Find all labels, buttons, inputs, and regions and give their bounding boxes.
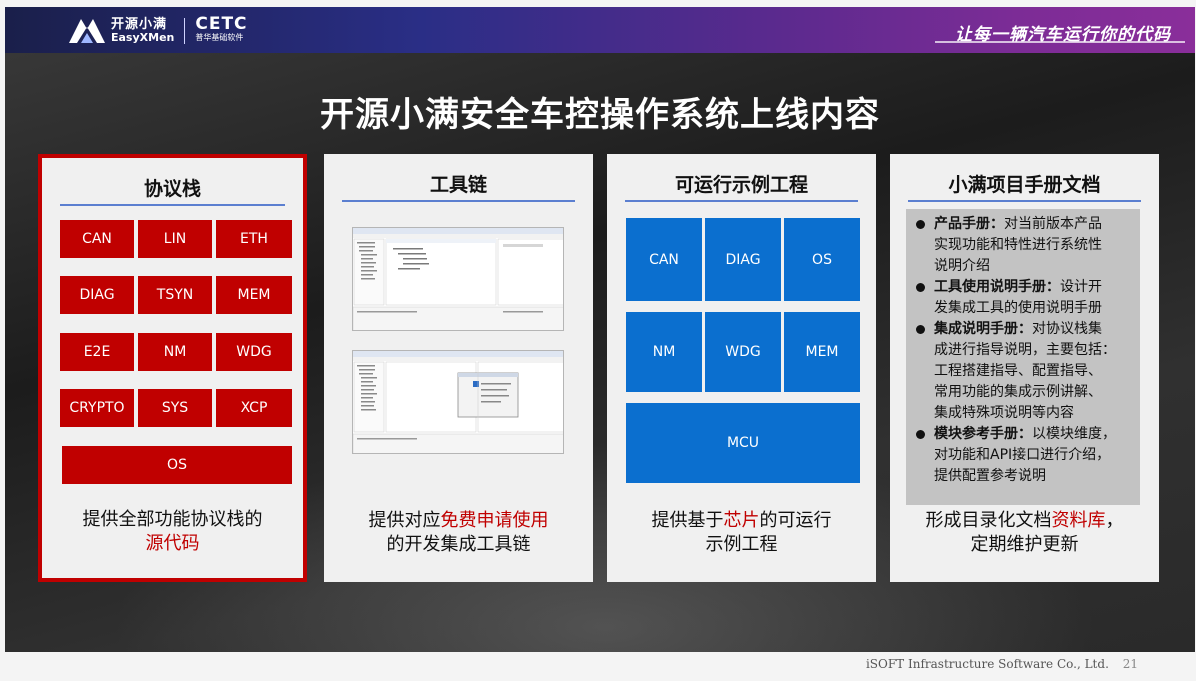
doc-list: 产品手册：对当前版本产品 实现功能和特性进行系统性 说明介绍 工具使用说明手册：… — [906, 209, 1140, 505]
module-wdg: WDG — [216, 333, 292, 371]
slogan-underline — [935, 41, 1185, 43]
module-mem: MEM — [216, 276, 292, 314]
module-diag: DIAG — [60, 276, 134, 314]
logo-en-text: EasyXMen — [111, 31, 175, 44]
module-crypto: CRYPTO — [60, 389, 134, 427]
cetc-subtitle: 普华基础软件 — [195, 33, 244, 42]
toolchain-card[interactable]: 工具链 提供对应免费申请使用 的开发集成工具链 — [324, 154, 593, 582]
card-divider — [625, 200, 858, 202]
example-projects-card[interactable]: 可运行示例工程 CAN DIAG OS NM WDG MEM MCU 提供基于芯… — [607, 154, 876, 582]
desc-line-1: 提供全部功能协议栈的 — [82, 509, 263, 530]
module-eth: ETH — [216, 220, 292, 258]
manual-docs-card[interactable]: 小满项目手册文档 产品手册：对当前版本产品 实现功能和特性进行系统性 说明介绍 … — [890, 154, 1159, 582]
logo-cn-text: 开源小满 — [111, 17, 168, 32]
desc-line-2: 定期维护更新 — [970, 534, 1079, 555]
doc-item-head: 工具使用说明手册： — [934, 279, 1060, 295]
bullet-icon — [916, 220, 925, 229]
example-wdg: WDG — [705, 312, 781, 392]
doc-item-line: 常用功能的集成示例讲解、 — [934, 384, 1102, 400]
tool-screenshot-1 — [352, 227, 564, 331]
footer: iSOFT Infrastructure Software Co., Ltd. … — [866, 657, 1138, 671]
module-can: CAN — [60, 220, 134, 258]
doc-item-tool-manual: 工具使用说明手册：设计开 发集成工具的使用说明手册 — [906, 277, 1140, 319]
doc-item-line: 提供配置参考说明 — [934, 468, 1046, 484]
desc-highlight: 资料库 — [1051, 510, 1106, 531]
module-tsyn: TSYN — [138, 276, 212, 314]
card-divider — [908, 200, 1141, 202]
doc-item-line: 成进行指导说明，主要包括： — [934, 342, 1116, 358]
desc-text-2: ， — [1105, 510, 1124, 531]
card-description: 形成目录化文档资料库， 定期维护更新 — [890, 509, 1159, 557]
desc-highlight: 源代码 — [145, 533, 200, 554]
doc-item-module-reference: 模块参考手册：以模块维度， 对功能和API接口进行介绍， 提供配置参考说明 — [906, 424, 1140, 487]
module-lin: LIN — [138, 220, 212, 258]
doc-item-line: 实现功能和特性进行系统性 — [934, 237, 1102, 253]
card-title: 可运行示例工程 — [674, 174, 808, 196]
page-number: 21 — [1122, 657, 1138, 671]
module-nm: NM — [138, 333, 212, 371]
doc-item-integration-manual: 集成说明手册：对协议栈集 成进行指导说明，主要包括： 工程搭建指导、配置指导、 … — [906, 319, 1140, 424]
cetc-logo-text: CETC — [195, 14, 248, 34]
example-mem: MEM — [784, 312, 860, 392]
desc-text-2: 的可运行 — [759, 510, 832, 531]
doc-item-line: 发集成工具的使用说明手册 — [934, 300, 1102, 316]
example-can: CAN — [626, 218, 702, 301]
module-os: OS — [62, 446, 292, 484]
example-mcu: MCU — [626, 403, 860, 483]
xmen-logo-icon — [69, 19, 105, 43]
card-title: 协议栈 — [143, 178, 201, 200]
bullet-icon — [916, 430, 925, 439]
footer-company: iSOFT Infrastructure Software Co., Ltd. — [865, 657, 1109, 671]
page-title: 开源小满安全车控操作系统上线内容 — [320, 95, 880, 135]
module-sys: SYS — [138, 389, 212, 427]
desc-highlight: 免费申请使用 — [440, 510, 549, 531]
slide: 开源小满 EasyXMen CETC 普华基础软件 让每一辆汽车运行你的代码 开… — [5, 7, 1195, 652]
doc-item-line: 说明介绍 — [934, 258, 990, 274]
desc-line-2: 示例工程 — [705, 534, 778, 555]
desc-highlight: 芯片 — [723, 510, 760, 531]
card-title: 工具链 — [429, 174, 487, 196]
doc-item-line: 对协议栈集 — [1032, 321, 1102, 337]
logo-divider — [184, 18, 186, 44]
example-nm: NM — [626, 312, 702, 392]
doc-item-line: 对当前版本产品 — [1004, 216, 1102, 232]
card-description: 提供全部功能协议栈的 源代码 — [42, 508, 303, 556]
desc-text: 提供对应 — [368, 510, 441, 531]
bullet-icon — [916, 283, 925, 292]
doc-item-line: 以模块维度， — [1032, 426, 1116, 442]
doc-item-line: 集成特殊项说明等内容 — [934, 405, 1074, 421]
card-title: 小满项目手册文档 — [948, 174, 1101, 196]
header-bar: 开源小满 EasyXMen CETC 普华基础软件 让每一辆汽车运行你的代码 — [5, 7, 1195, 53]
desc-text: 提供基于 — [651, 510, 724, 531]
example-diag: DIAG — [705, 218, 781, 301]
desc-line-2: 的开发集成工具链 — [386, 534, 531, 555]
doc-item-head: 集成说明手册： — [934, 321, 1032, 337]
module-xcp: XCP — [216, 389, 292, 427]
card-divider — [60, 204, 285, 206]
doc-item-head: 模块参考手册： — [934, 426, 1032, 442]
card-divider — [342, 200, 575, 202]
easyxmen-logo: 开源小满 EasyXMen CETC 普华基础软件 — [67, 16, 248, 46]
doc-item-head: 产品手册： — [934, 216, 1004, 232]
example-os: OS — [784, 218, 860, 301]
doc-item-line: 工程搭建指导、配置指导、 — [934, 363, 1102, 379]
doc-item-product-manual: 产品手册：对当前版本产品 实现功能和特性进行系统性 说明介绍 — [906, 214, 1140, 277]
doc-item-line: 对功能和API接口进行介绍， — [934, 447, 1111, 463]
module-e2e: E2E — [60, 333, 134, 371]
protocol-stack-card[interactable]: 协议栈 CAN LIN ETH DIAG TSYN MEM E2E NM WDG… — [38, 154, 307, 582]
card-description: 提供基于芯片的可运行 示例工程 — [607, 509, 876, 557]
tool-screenshot-2 — [352, 350, 564, 454]
bullet-icon — [916, 325, 925, 334]
doc-item-line: 设计开 — [1060, 279, 1102, 295]
desc-text: 形成目录化文档 — [925, 510, 1052, 531]
card-description: 提供对应免费申请使用 的开发集成工具链 — [324, 509, 593, 557]
